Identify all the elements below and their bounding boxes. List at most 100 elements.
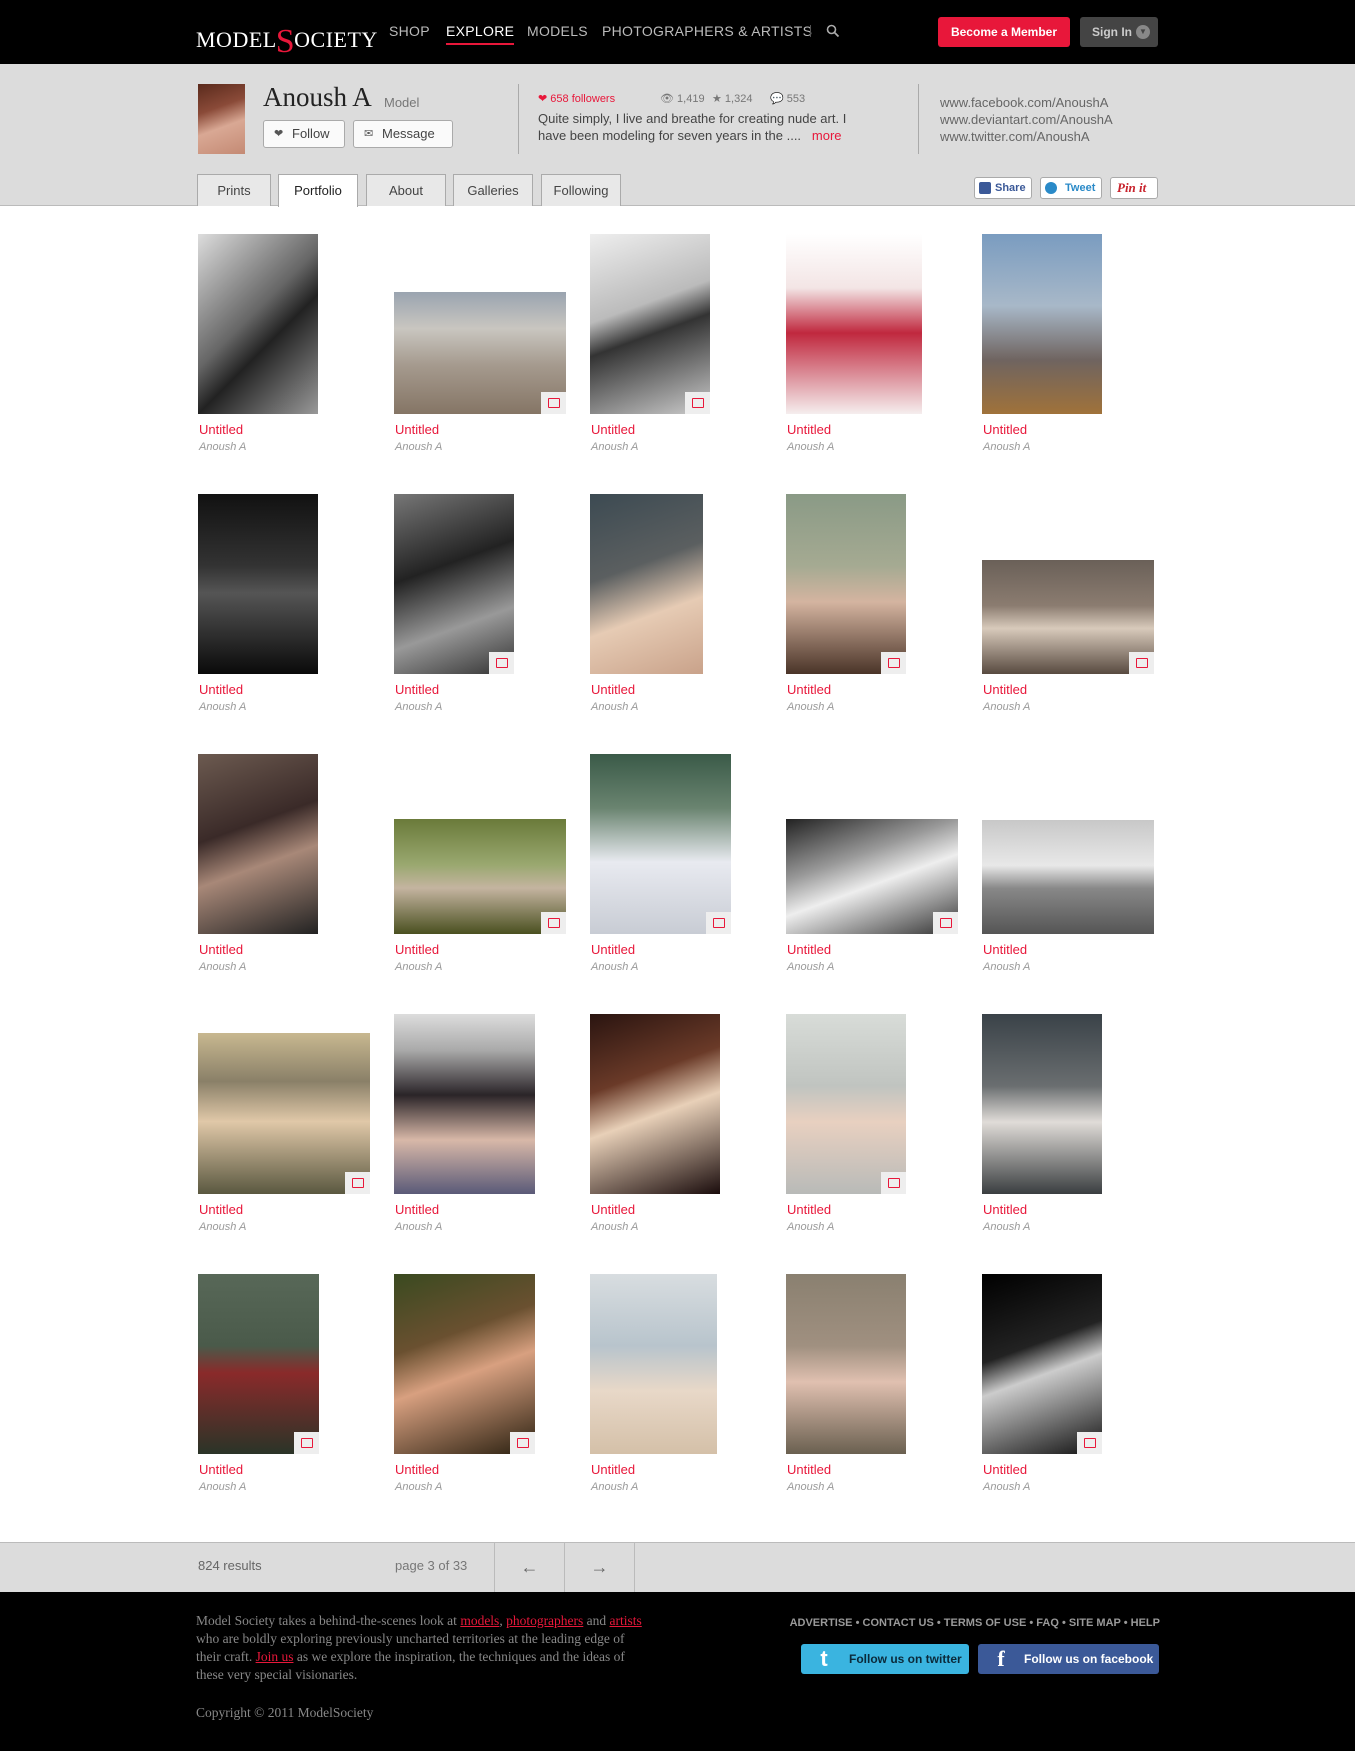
portfolio-item-title[interactable]: Untitled xyxy=(591,1202,635,1217)
print-frame-icon[interactable] xyxy=(510,1432,535,1454)
portfolio-thumbnail[interactable] xyxy=(394,819,566,934)
portfolio-item-title[interactable]: Untitled xyxy=(983,422,1027,437)
portfolio-item-title[interactable]: Untitled xyxy=(199,422,243,437)
nav-photographers-artists[interactable]: PHOTOGRAPHERS & ARTISTS xyxy=(602,23,812,39)
portfolio-item-author[interactable]: Anoush A xyxy=(591,441,638,453)
portfolio-thumbnail[interactable] xyxy=(590,1274,717,1454)
portfolio-item-title[interactable]: Untitled xyxy=(395,1202,439,1217)
portfolio-item-author[interactable]: Anoush A xyxy=(199,1481,246,1493)
prev-page-button[interactable]: ← xyxy=(494,1543,564,1592)
footer-join-link[interactable]: Join us xyxy=(256,1649,294,1664)
print-frame-icon[interactable] xyxy=(933,912,958,934)
search-icon[interactable] xyxy=(826,24,840,38)
portfolio-item-author[interactable]: Anoush A xyxy=(591,701,638,713)
portfolio-item-title[interactable]: Untitled xyxy=(591,422,635,437)
portfolio-thumbnail[interactable] xyxy=(786,234,922,414)
portfolio-item-title[interactable]: Untitled xyxy=(199,682,243,697)
portfolio-thumbnail[interactable] xyxy=(198,234,318,414)
portfolio-item-title[interactable]: Untitled xyxy=(787,682,831,697)
portfolio-item-author[interactable]: Anoush A xyxy=(199,441,246,453)
footer-link-faq[interactable]: FAQ xyxy=(1036,1617,1059,1629)
print-frame-icon[interactable] xyxy=(489,652,514,674)
follow-twitter-button[interactable]: t Follow us on twitter xyxy=(801,1644,969,1674)
facebook-link[interactable]: www.facebook.com/AnoushA xyxy=(940,95,1108,110)
portfolio-item-title[interactable]: Untitled xyxy=(983,682,1027,697)
footer-photographers-link[interactable]: photographers xyxy=(506,1613,583,1628)
portfolio-thumbnail[interactable] xyxy=(394,292,566,414)
print-frame-icon[interactable] xyxy=(541,912,566,934)
portfolio-item-author[interactable]: Anoush A xyxy=(787,701,834,713)
portfolio-item-title[interactable]: Untitled xyxy=(787,422,831,437)
portfolio-item-title[interactable]: Untitled xyxy=(395,422,439,437)
portfolio-item-author[interactable]: Anoush A xyxy=(199,1221,246,1233)
nav-explore[interactable]: EXPLORE xyxy=(446,23,515,45)
portfolio-thumbnail[interactable] xyxy=(982,1014,1102,1194)
portfolio-thumbnail[interactable] xyxy=(982,560,1154,674)
portfolio-item-author[interactable]: Anoush A xyxy=(787,1221,834,1233)
portfolio-item-title[interactable]: Untitled xyxy=(983,1462,1027,1477)
portfolio-thumbnail[interactable] xyxy=(982,1274,1102,1454)
tab-portfolio[interactable]: Portfolio xyxy=(278,174,358,207)
print-frame-icon[interactable] xyxy=(685,392,710,414)
portfolio-item-author[interactable]: Anoush A xyxy=(395,1481,442,1493)
nav-shop[interactable]: SHOP xyxy=(389,23,430,39)
site-logo[interactable]: MODELSOCIETY xyxy=(196,18,378,60)
portfolio-item-author[interactable]: Anoush A xyxy=(591,1481,638,1493)
portfolio-item-title[interactable]: Untitled xyxy=(199,942,243,957)
portfolio-thumbnail[interactable] xyxy=(198,494,318,674)
portfolio-thumbnail[interactable] xyxy=(198,754,318,934)
footer-link-terms[interactable]: TERMS OF USE xyxy=(944,1617,1027,1629)
footer-models-link[interactable]: models xyxy=(460,1613,499,1628)
become-member-button[interactable]: Become a Member xyxy=(938,17,1070,47)
portfolio-item-title[interactable]: Untitled xyxy=(983,942,1027,957)
footer-artists-link[interactable]: artists xyxy=(610,1613,642,1628)
portfolio-item-author[interactable]: Anoush A xyxy=(591,961,638,973)
portfolio-item-author[interactable]: Anoush A xyxy=(395,441,442,453)
sign-in-button[interactable]: Sign In ▼ xyxy=(1080,17,1158,47)
portfolio-thumbnail[interactable] xyxy=(982,820,1154,934)
twitter-link[interactable]: www.twitter.com/AnoushA xyxy=(940,129,1090,144)
portfolio-item-author[interactable]: Anoush A xyxy=(787,961,834,973)
print-frame-icon[interactable] xyxy=(1077,1432,1102,1454)
print-frame-icon[interactable] xyxy=(881,1172,906,1194)
portfolio-item-title[interactable]: Untitled xyxy=(395,1462,439,1477)
nav-models[interactable]: MODELS xyxy=(527,23,588,39)
print-frame-icon[interactable] xyxy=(541,392,566,414)
follow-facebook-button[interactable]: f Follow us on facebook xyxy=(978,1644,1159,1674)
portfolio-item-author[interactable]: Anoush A xyxy=(983,1481,1030,1493)
portfolio-item-title[interactable]: Untitled xyxy=(395,942,439,957)
portfolio-item-author[interactable]: Anoush A xyxy=(983,701,1030,713)
avatar[interactable] xyxy=(198,84,245,154)
print-frame-icon[interactable] xyxy=(706,912,731,934)
portfolio-item-title[interactable]: Untitled xyxy=(591,682,635,697)
message-button[interactable]: ✉ Message xyxy=(353,120,453,148)
deviantart-link[interactable]: www.deviantart.com/AnoushA xyxy=(940,112,1113,127)
portfolio-item-title[interactable]: Untitled xyxy=(199,1202,243,1217)
portfolio-item-author[interactable]: Anoush A xyxy=(983,441,1030,453)
portfolio-thumbnail[interactable] xyxy=(590,1014,720,1194)
portfolio-item-title[interactable]: Untitled xyxy=(787,942,831,957)
portfolio-item-author[interactable]: Anoush A xyxy=(199,701,246,713)
portfolio-item-author[interactable]: Anoush A xyxy=(983,961,1030,973)
portfolio-item-author[interactable]: Anoush A xyxy=(983,1221,1030,1233)
portfolio-thumbnail[interactable] xyxy=(198,1274,319,1454)
portfolio-thumbnail[interactable] xyxy=(198,1033,370,1194)
facebook-share-button[interactable]: Share xyxy=(974,177,1032,199)
portfolio-thumbnail[interactable] xyxy=(786,819,958,934)
portfolio-thumbnail[interactable] xyxy=(786,1014,906,1194)
portfolio-thumbnail[interactable] xyxy=(590,234,710,414)
portfolio-item-author[interactable]: Anoush A xyxy=(787,441,834,453)
print-frame-icon[interactable] xyxy=(345,1172,370,1194)
next-page-button[interactable]: → xyxy=(564,1543,634,1592)
portfolio-item-title[interactable]: Untitled xyxy=(395,682,439,697)
tab-galleries[interactable]: Galleries xyxy=(453,174,533,206)
portfolio-item-title[interactable]: Untitled xyxy=(983,1202,1027,1217)
portfolio-item-author[interactable]: Anoush A xyxy=(199,961,246,973)
portfolio-thumbnail[interactable] xyxy=(590,494,703,674)
print-frame-icon[interactable] xyxy=(294,1432,319,1454)
portfolio-thumbnail[interactable] xyxy=(590,754,731,934)
portfolio-item-title[interactable]: Untitled xyxy=(787,1462,831,1477)
portfolio-item-author[interactable]: Anoush A xyxy=(395,1221,442,1233)
portfolio-thumbnail[interactable] xyxy=(394,1014,535,1194)
tweet-button[interactable]: Tweet xyxy=(1040,177,1102,199)
